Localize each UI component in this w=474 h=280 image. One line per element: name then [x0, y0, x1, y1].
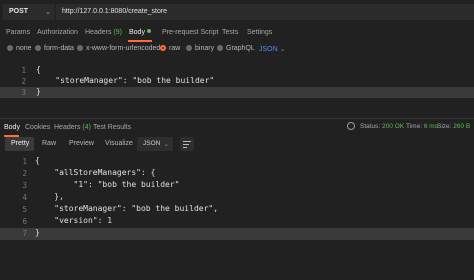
- tab-authorization[interactable]: Authorization: [37, 29, 78, 36]
- tab-pre-request-script[interactable]: Pre-request Script: [162, 29, 218, 36]
- chevron-down-icon: ⌄: [279, 46, 286, 53]
- code-text: {: [36, 65, 41, 74]
- response-format-select[interactable]: JSON ⌄: [137, 137, 173, 151]
- radio-icon: [7, 45, 13, 51]
- code-text: }: [35, 228, 40, 237]
- chevron-down-icon: ⌄: [45, 9, 51, 16]
- url-input[interactable]: http://127.0.0.1:8080/create_store: [56, 4, 474, 20]
- tab-params[interactable]: Params: [6, 29, 30, 36]
- code-line: 2 "allStoreManagers": {: [0, 168, 474, 180]
- line-number: 1: [21, 66, 26, 75]
- option-binary-label: binary: [195, 45, 215, 52]
- globe-icon[interactable]: [347, 122, 355, 130]
- line-number: 3: [21, 88, 26, 97]
- time-value: 6 ms: [423, 123, 438, 130]
- line-number: 3: [22, 181, 27, 190]
- tab-headers[interactable]: Headers (9): [85, 29, 122, 36]
- radio-selected-icon: [160, 45, 166, 51]
- format-label: JSON: [259, 46, 278, 53]
- code-line-current: 7 }: [0, 228, 474, 240]
- line-number: 6: [22, 217, 27, 226]
- code-line: 2 "storeManager": "bob the builder": [0, 76, 474, 87]
- option-graphql[interactable]: GraphQL: [217, 45, 255, 52]
- wrap-lines-icon[interactable]: [180, 137, 194, 151]
- view-raw-button[interactable]: Raw: [42, 137, 56, 151]
- view-pretty-button[interactable]: Pretty: [5, 137, 34, 151]
- code-text: "1": "bob the builder": [35, 180, 180, 189]
- line-number: 5: [22, 205, 27, 214]
- radio-icon: [186, 45, 192, 51]
- radio-icon: [217, 45, 223, 51]
- tab-body[interactable]: Body: [129, 29, 151, 36]
- tab-response-headers[interactable]: Headers (4): [54, 124, 91, 131]
- tab-cookies[interactable]: Cookies: [25, 124, 50, 131]
- tab-response-body[interactable]: Body: [4, 124, 20, 131]
- response-view-bar: Pretty Raw Preview Visualize JSON ⌄: [0, 137, 474, 153]
- status-value: 200 OK: [382, 123, 405, 130]
- option-binary[interactable]: binary: [186, 45, 214, 52]
- option-form-data[interactable]: form-data: [35, 45, 74, 52]
- code-text: {: [35, 156, 40, 165]
- status-label: Status:: [360, 123, 381, 130]
- format-select[interactable]: JSON ⌄: [259, 45, 286, 53]
- option-raw-label: raw: [169, 45, 181, 52]
- code-text: },: [35, 192, 64, 201]
- line-number: 1: [22, 157, 27, 166]
- method-label: POST: [9, 8, 29, 15]
- request-tabs: Params Authorization Headers (9) Body Pr…: [0, 26, 474, 42]
- radio-icon: [35, 45, 41, 51]
- size-value: 260 B: [453, 123, 471, 130]
- option-none-label: none: [16, 45, 32, 52]
- line-number: 7: [22, 229, 27, 238]
- status-readout: Status: 200 OK: [360, 123, 404, 130]
- option-raw[interactable]: raw: [160, 45, 180, 52]
- code-line: 1 {: [0, 65, 474, 76]
- response-format-label: JSON: [143, 140, 161, 147]
- method-select[interactable]: POST ⌄: [3, 4, 55, 20]
- code-text: }: [36, 87, 41, 96]
- size-label: Size:: [437, 123, 452, 130]
- code-line: 5 "storeManager": "bob the builder",: [0, 204, 474, 216]
- tab-headers-count: (9): [113, 29, 122, 36]
- code-line: 1 {: [0, 156, 474, 168]
- code-text: "storeManager": "bob the builder",: [35, 204, 219, 213]
- code-line: 6 "version": 1: [0, 216, 474, 228]
- option-urlencoded-label: x-www-form-urlencoded: [86, 45, 161, 52]
- response-body-viewer[interactable]: 1 { 2 "allStoreManagers": { 3 "1": "bob …: [0, 156, 474, 280]
- code-line: 4 },: [0, 192, 474, 204]
- code-text: "allStoreManagers": {: [35, 168, 156, 177]
- code-line-current: 3 }: [0, 87, 474, 98]
- time-readout: Time: 6 ms: [406, 123, 438, 130]
- body-indicator-dot: [146, 29, 151, 33]
- code-text: "storeManager": "bob the builder": [36, 76, 215, 85]
- view-preview-button[interactable]: Preview: [69, 137, 94, 151]
- tab-settings[interactable]: Settings: [247, 29, 272, 36]
- line-number: 2: [22, 169, 27, 178]
- chevron-down-icon: ⌄: [163, 141, 169, 148]
- tab-response-headers-count: (4): [82, 124, 91, 131]
- pane-divider[interactable]: [0, 118, 474, 119]
- size-readout: Size: 260 B: [437, 123, 470, 130]
- time-label: Time:: [406, 123, 423, 130]
- option-graphql-label: GraphQL: [226, 45, 255, 52]
- tab-body-label: Body: [129, 29, 145, 36]
- line-number: 2: [21, 77, 26, 86]
- url-bar: POST ⌄ http://127.0.0.1:8080/create_stor…: [0, 0, 474, 24]
- option-form-data-label: form-data: [44, 45, 74, 52]
- option-urlencoded[interactable]: x-www-form-urlencoded: [77, 45, 160, 52]
- option-none[interactable]: none: [7, 45, 32, 52]
- url-text: http://127.0.0.1:8080/create_store: [62, 8, 168, 15]
- tab-response-headers-label: Headers: [54, 124, 81, 131]
- line-number: 4: [22, 193, 27, 202]
- active-tab-underline: [128, 40, 152, 42]
- tab-test-results[interactable]: Test Results: [93, 124, 131, 131]
- request-body-editor[interactable]: 1 { 2 "storeManager": "bob the builder" …: [0, 61, 474, 115]
- radio-icon: [77, 45, 83, 51]
- view-visualize-button[interactable]: Visualize: [105, 137, 133, 151]
- body-type-options: none form-data x-www-form-urlencoded raw…: [0, 43, 474, 57]
- tab-headers-label: Headers: [85, 29, 112, 36]
- code-line: 3 "1": "bob the builder": [0, 180, 474, 192]
- tab-tests[interactable]: Tests: [222, 29, 238, 36]
- code-text: "version": 1: [35, 216, 113, 225]
